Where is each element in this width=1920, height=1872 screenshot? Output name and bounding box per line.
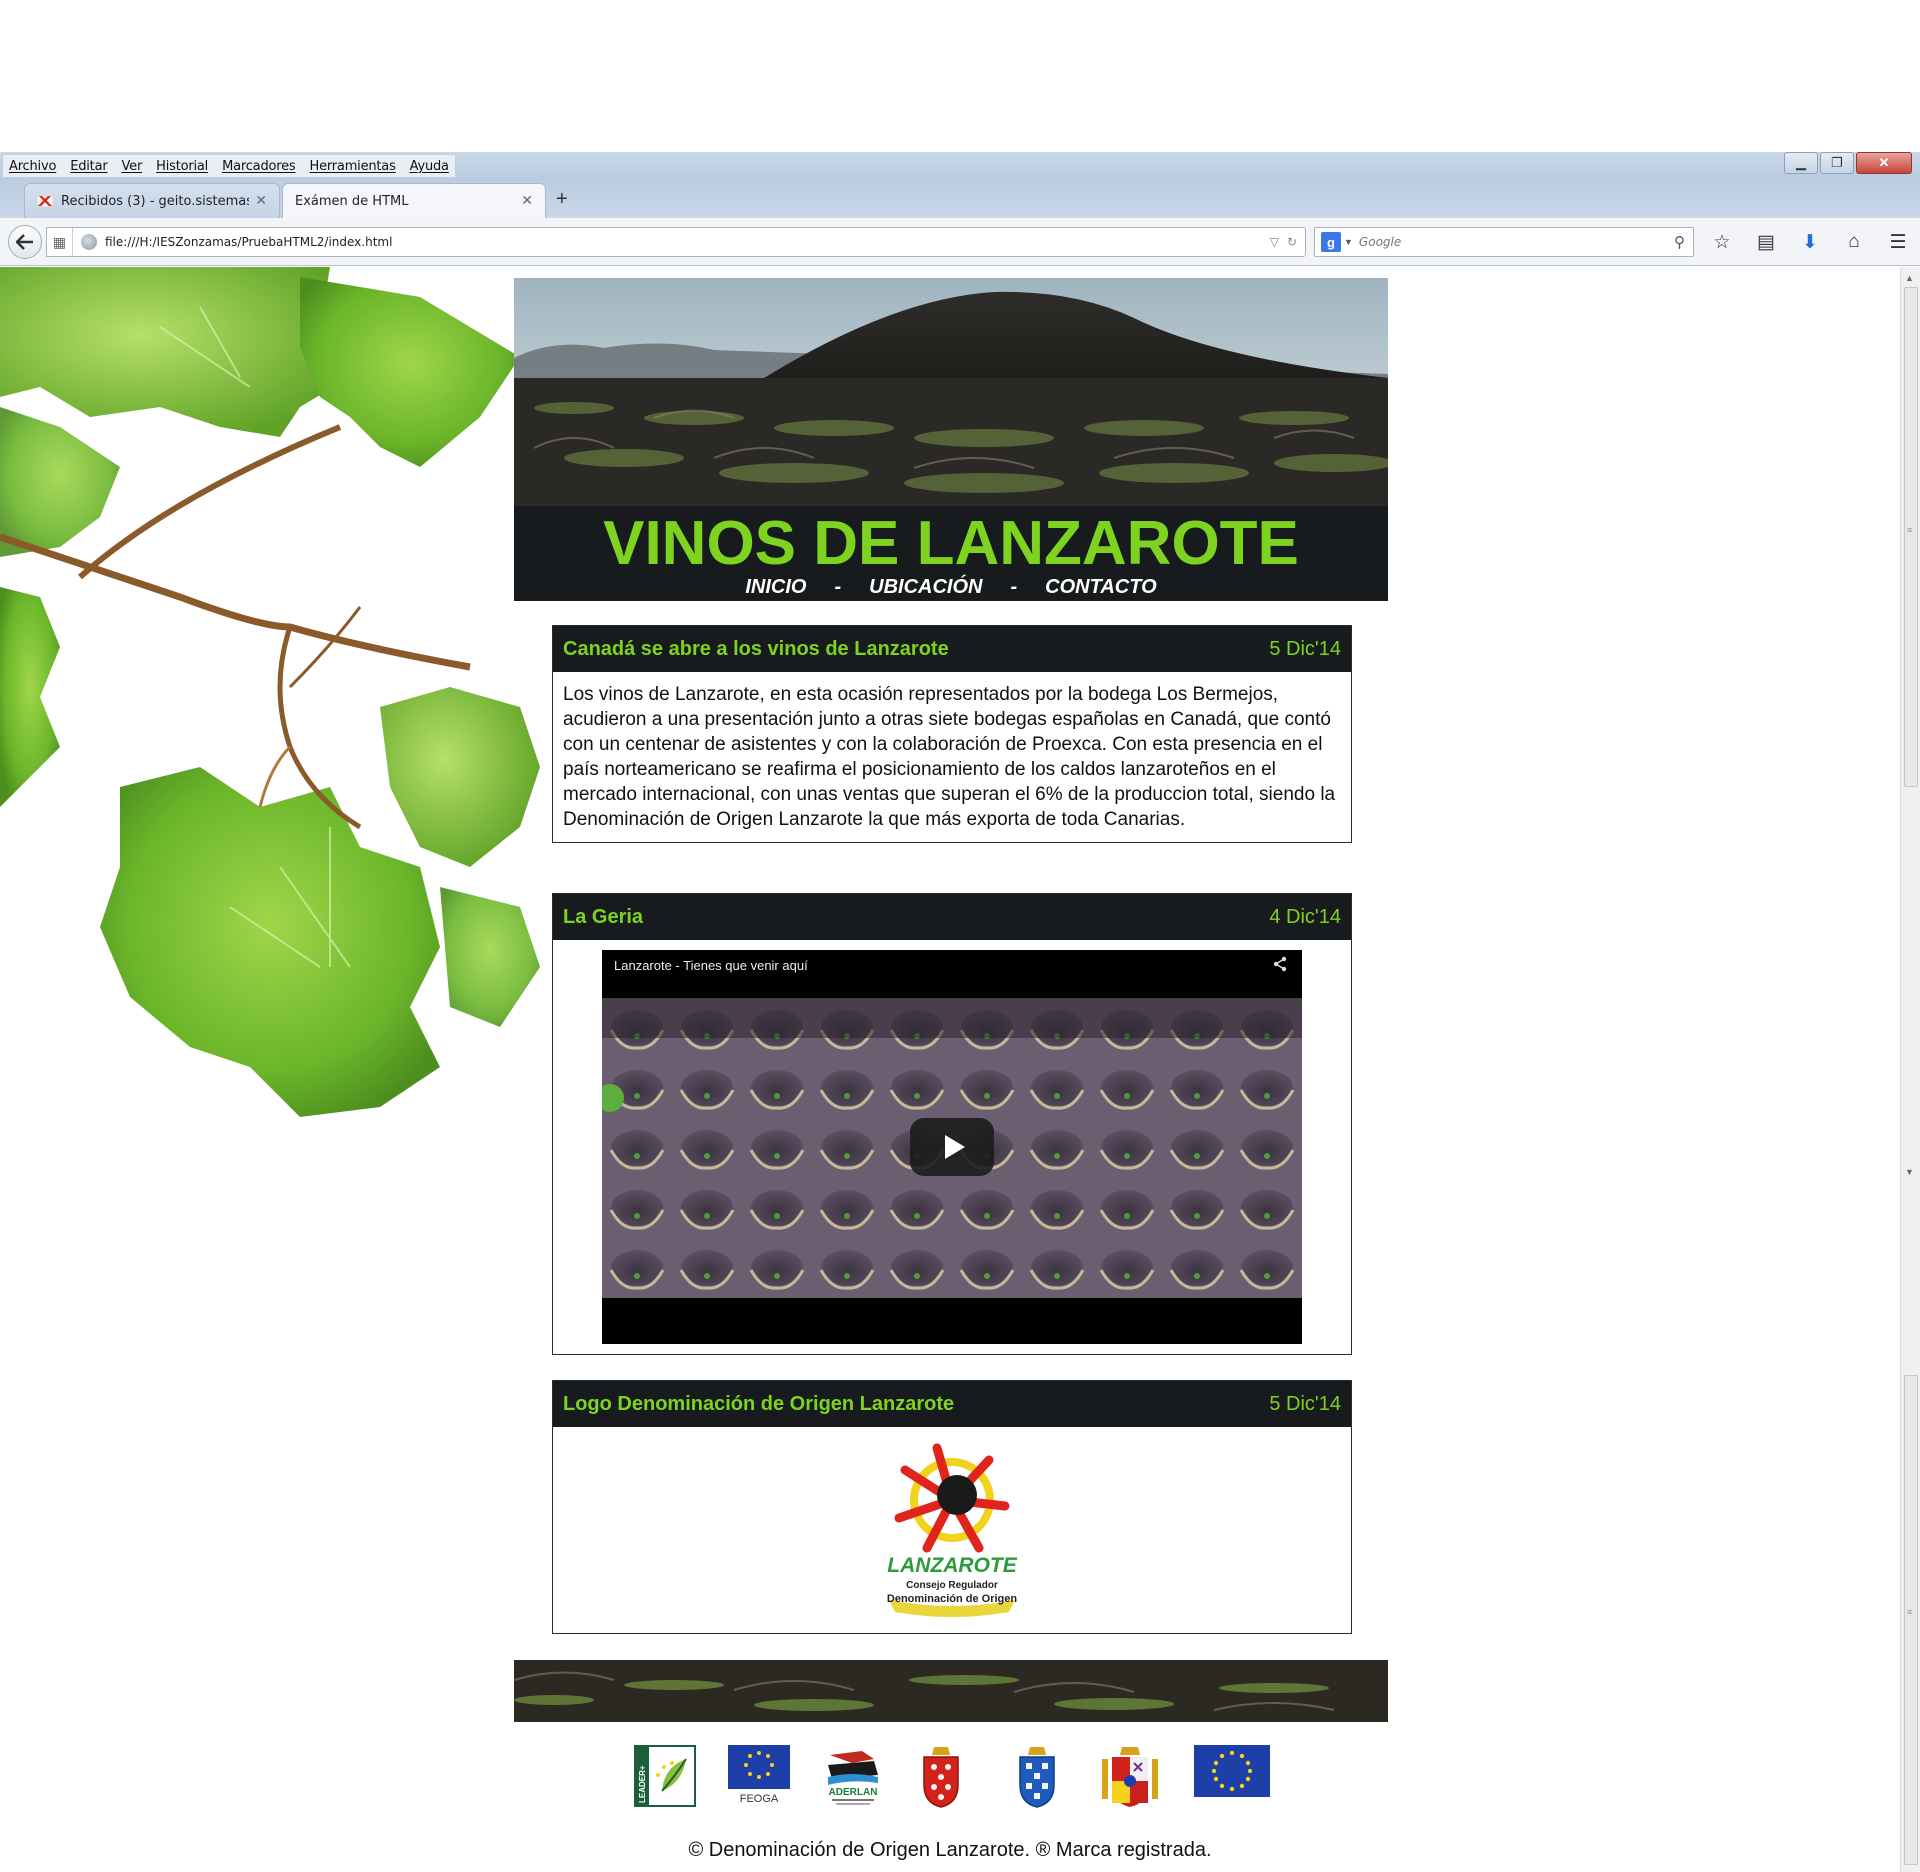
share-glyph: [1273, 956, 1287, 972]
menu-marcadores[interactable]: Marcadores: [222, 159, 296, 174]
logo-line-1: Consejo Regulador: [906, 1580, 998, 1591]
reload-icon[interactable]: ↻: [1287, 235, 1297, 249]
nav-ubicacion[interactable]: UBICACIÓN: [869, 576, 982, 598]
menu-bar: Archivo Editar Ver Historial Marcadores …: [0, 152, 1920, 180]
new-tab-button[interactable]: +: [556, 188, 568, 211]
menu-historial[interactable]: Historial: [156, 159, 208, 174]
aderlan-text: ADERLAN: [829, 1787, 878, 1798]
restore-button[interactable]: ❐: [1820, 152, 1854, 174]
close-tab-icon[interactable]: ✕: [255, 193, 267, 209]
header-landscape-image: [514, 278, 1388, 506]
main-nav: INICIO - UBICACIÓN - CONTACTO: [514, 574, 1388, 600]
back-button[interactable]: [8, 225, 42, 259]
play-button[interactable]: [910, 1118, 994, 1176]
scroll-down-icon[interactable]: ▼: [1905, 1167, 1914, 1177]
nav-separator: -: [1010, 576, 1018, 598]
menu-herramientas[interactable]: Herramientas: [310, 159, 396, 174]
footer-copyright: © Denominación de Origen Lanzarote. ® Ma…: [688, 1839, 1212, 1861]
menu-editar[interactable]: Editar: [70, 159, 107, 174]
vine-leaves-background: [0, 267, 540, 1117]
article-title: Canadá se abre a los vinos de Lanzarote: [563, 637, 949, 660]
tab-examen[interactable]: Exámen de HTML ✕: [282, 183, 546, 218]
download-icon[interactable]: ⬇: [1796, 228, 1824, 256]
article-date: 5 Dic'14: [1269, 1392, 1341, 1415]
google-icon[interactable]: g: [1321, 232, 1341, 252]
canarias-crest: [1019, 1747, 1055, 1808]
article-la-geria: La Geria 4 Dic'14 Lanzarote - Tienes que…: [552, 893, 1352, 1355]
minimize-button[interactable]: ▁: [1784, 152, 1818, 174]
gmail-icon: [37, 195, 53, 207]
nav-contacto[interactable]: CONTACTO: [1045, 576, 1156, 598]
scroll-grip-icon: ≡: [1907, 1607, 1912, 1617]
article-date: 4 Dic'14: [1269, 905, 1341, 928]
tab-bar: Recibidos (3) - geito.sistemas... ✕ Exám…: [0, 180, 1920, 218]
page-viewport: VINOS DE LANZAROTE INICIO - UBICACIÓN - CONT…: [0, 267, 1900, 1872]
menu-ayuda[interactable]: Ayuda: [410, 159, 449, 174]
article-title: La Geria: [563, 905, 644, 928]
eu-flag-logo: [1194, 1745, 1270, 1797]
article-date: 5 Dic'14: [1269, 637, 1341, 660]
scroll-thumb[interactable]: [1904, 287, 1918, 787]
logo-word: LANZAROTE: [887, 1554, 1017, 1577]
site-title: VINOS DE LANZAROTE: [603, 509, 1299, 578]
logo-container: LANZAROTE Consejo Regulador Denominación…: [553, 1427, 1351, 1633]
scroll-thumb-secondary[interactable]: [1904, 1375, 1918, 1865]
menu-icon[interactable]: ☰: [1884, 228, 1912, 256]
footer-landscape-image: [514, 1660, 1388, 1722]
article-canada: Canadá se abre a los vinos de Lanzarote …: [552, 625, 1352, 843]
share-icon[interactable]: [1272, 956, 1288, 977]
do-lanzarote-logo: LANZAROTE Consejo Regulador Denominación…: [887, 1443, 1018, 1617]
tab-groups-icon[interactable]: ▦: [47, 228, 73, 256]
window-controls: ▁ ❐ ✕: [1784, 152, 1912, 176]
search-bar[interactable]: g ▼ ⚲: [1314, 227, 1694, 257]
feoga-text: FEOGA: [740, 1793, 779, 1805]
scroll-up-icon[interactable]: ▲: [1905, 273, 1914, 283]
aderlan-logo: ADERLAN: [828, 1751, 878, 1805]
home-icon[interactable]: ⌂: [1840, 228, 1868, 256]
article-header: Logo Denominación de Origen Lanzarote 5 …: [553, 1381, 1351, 1427]
article-logo-do: Logo Denominación de Origen Lanzarote 5 …: [552, 1380, 1352, 1634]
nav-separator: -: [834, 576, 842, 598]
spain-coat-of-arms: [1102, 1747, 1158, 1807]
scroll-grip-icon: ≡: [1907, 525, 1912, 535]
url-text[interactable]: file:///H:/IESZonzamas/PruebaHTML2/index…: [105, 235, 1270, 249]
page-content: VINOS DE LANZAROTE INICIO - UBICACIÓN - CONT…: [514, 278, 1388, 1634]
toolbar-icons: ☆ ▤ ⬇ ⌂ ☰: [1708, 228, 1912, 256]
page-scrollbar[interactable]: ▲ ≡ ▼ ≡: [1900, 267, 1920, 1872]
logo-line-2: Denominación de Origen: [887, 1593, 1017, 1605]
leader-logo: LEADER+: [634, 1745, 696, 1807]
tab-label: Recibidos (3) - geito.sistemas...: [61, 193, 250, 209]
search-icon[interactable]: ⚲: [1674, 233, 1685, 251]
close-window-button[interactable]: ✕: [1856, 152, 1912, 174]
menu-ver[interactable]: Ver: [122, 159, 143, 174]
bookmark-star-icon[interactable]: ☆: [1708, 228, 1736, 256]
close-tab-icon[interactable]: ✕: [521, 193, 533, 209]
leader-text: LEADER+: [638, 1765, 647, 1803]
url-bar[interactable]: ▦ file:///H:/IESZonzamas/PruebaHTML2/ind…: [46, 227, 1306, 257]
menu-strip: Archivo Editar Ver Historial Marcadores …: [2, 154, 456, 178]
video-title[interactable]: Lanzarote - Tienes que venir aquí: [614, 958, 808, 973]
tab-gmail[interactable]: Recibidos (3) - geito.sistemas... ✕: [24, 183, 280, 218]
article-title: Logo Denominación de Origen Lanzarote: [563, 1392, 955, 1415]
chevron-down-icon[interactable]: ▼: [1344, 237, 1353, 247]
navigation-bar: ▦ file:///H:/IESZonzamas/PruebaHTML2/ind…: [0, 218, 1920, 266]
nav-inicio[interactable]: INICIO: [745, 576, 806, 598]
site-header: VINOS DE LANZAROTE INICIO - UBICACIÓN - CONT…: [514, 278, 1388, 601]
dropdown-icon[interactable]: ▽: [1270, 235, 1279, 249]
tab-label: Exámen de HTML: [295, 193, 409, 209]
search-input[interactable]: [1358, 235, 1674, 249]
article-header: La Geria 4 Dic'14: [553, 894, 1351, 940]
back-arrow-icon: [16, 234, 33, 250]
lanzarote-cabildo-crest: [923, 1747, 959, 1808]
youtube-video-player[interactable]: Lanzarote - Tienes que venir aquí: [602, 950, 1302, 1344]
article-text: Los vinos de Lanzarote, en esta ocasión …: [563, 684, 1336, 830]
bookmarks-list-icon[interactable]: ▤: [1752, 228, 1780, 256]
globe-icon: [81, 234, 97, 250]
feoga-eu-logo: FEOGA: [728, 1745, 790, 1805]
menu-archivo[interactable]: Archivo: [9, 159, 56, 174]
sponsor-logos: LEADER+ FEOGA ADERLAN: [634, 1745, 1270, 1815]
article-header: Canadá se abre a los vinos de Lanzarote …: [553, 626, 1351, 672]
